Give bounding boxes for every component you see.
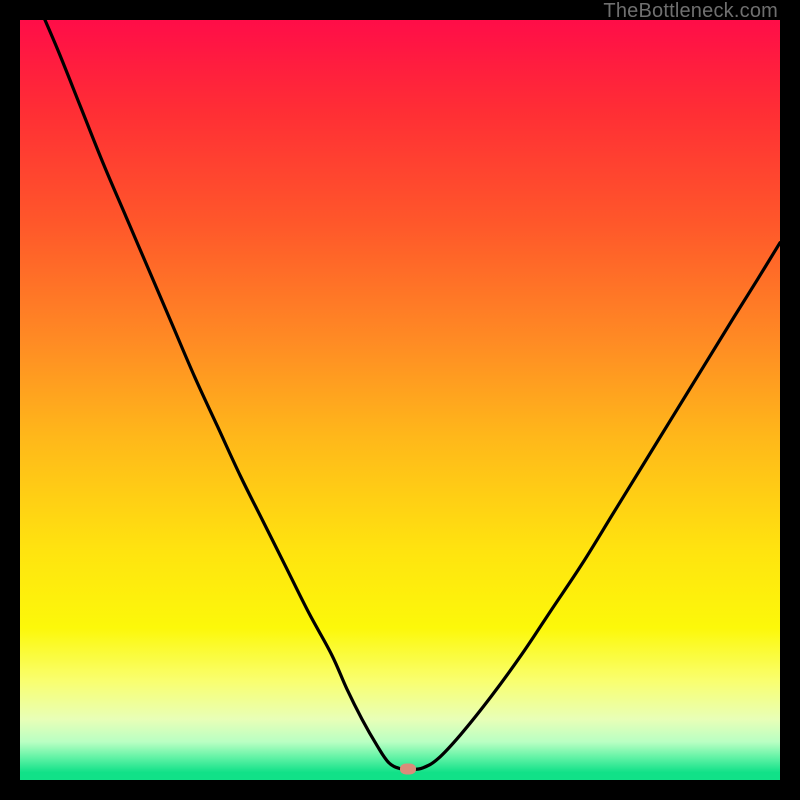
bottleneck-curve [20, 20, 780, 780]
chart-stage: TheBottleneck.com [0, 0, 800, 800]
minimum-marker [400, 763, 416, 774]
plot-area [20, 20, 780, 780]
